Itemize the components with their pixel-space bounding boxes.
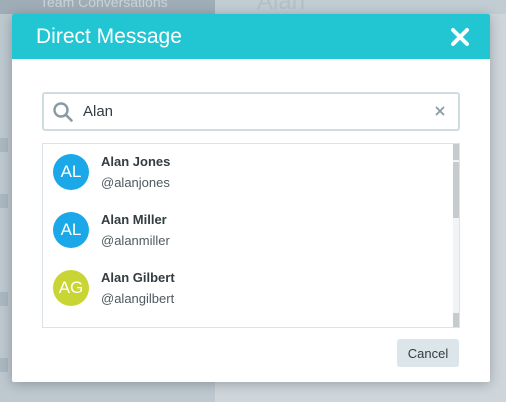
dialog-title: Direct Message [36, 25, 182, 48]
user-name: Alan Miller [101, 212, 167, 227]
avatar: AL [53, 212, 89, 248]
scrollbar-thumb[interactable] [453, 162, 459, 218]
user-handle: @alanjones [101, 175, 170, 190]
user-name: Alan Gilbert [101, 270, 175, 285]
user-result-item[interactable]: AL Alan Miller @alanmiller [43, 202, 453, 260]
user-name: Alan Jones [101, 154, 171, 169]
avatar: AL [53, 154, 89, 190]
search-box [42, 92, 460, 131]
search-input[interactable] [83, 94, 423, 129]
search-icon [53, 102, 73, 122]
direct-message-dialog: Direct Message AL Alan Jones @alanjones … [12, 14, 490, 382]
scroll-down-handle[interactable] [453, 313, 459, 327]
avatar: AG [53, 270, 89, 306]
user-handle: @alangilbert [101, 291, 175, 306]
dialog-header: Direct Message [12, 14, 490, 59]
scroll-up-handle[interactable] [453, 144, 459, 160]
user-results-list: AL Alan Jones @alanjones AL Alan Miller … [42, 143, 460, 328]
close-button[interactable] [446, 23, 474, 51]
user-result-item[interactable]: AG Alan Gilbert @alangilbert [43, 260, 453, 318]
close-icon [451, 28, 469, 46]
user-handle: @alanmiller [101, 233, 170, 248]
results-scrollbar[interactable] [453, 144, 459, 327]
cancel-button[interactable]: Cancel [397, 339, 459, 367]
clear-icon[interactable] [432, 103, 448, 119]
user-result-item[interactable]: AL Alan Jones @alanjones [43, 144, 453, 202]
